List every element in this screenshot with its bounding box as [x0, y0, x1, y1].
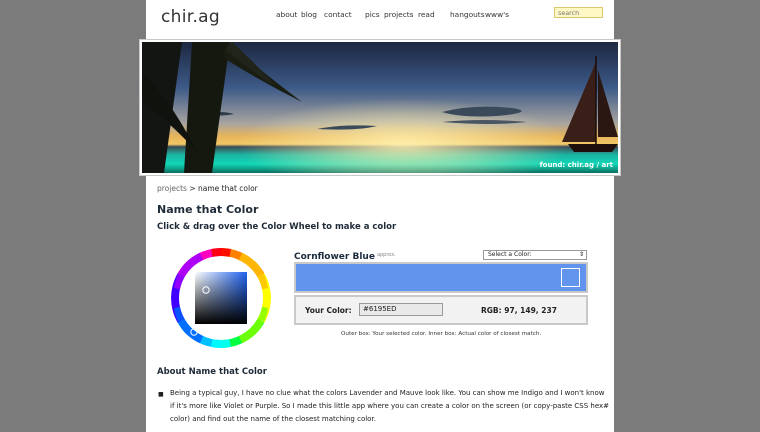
breadcrumb: projects > name that color [157, 184, 258, 193]
approx-label: approx. [376, 252, 396, 258]
your-color-label: Your Color: [305, 306, 352, 315]
color-match-name: Cornflower Blue approx. [294, 252, 396, 262]
color-match-label: Cornflower Blue [294, 252, 375, 262]
nav-hangouts[interactable]: hangouts [450, 10, 485, 19]
color-select[interactable]: Select a Color: ⇕ [483, 250, 587, 260]
banner-credit[interactable]: found: chir.ag / art [540, 161, 613, 169]
nav-contact[interactable]: contact [324, 10, 352, 19]
match-color-swatch [561, 268, 580, 287]
nav-about[interactable]: about [276, 10, 297, 19]
page-title: Name that Color [157, 203, 259, 216]
banner-art [142, 42, 618, 173]
nav-wwws[interactable]: www's [485, 10, 509, 19]
selected-color-swatch [294, 262, 588, 293]
hex-input[interactable]: #6195ED [359, 303, 443, 316]
about-paragraph: Being a typical guy, I have no clue what… [170, 389, 610, 423]
breadcrumb-current: name that color [198, 184, 258, 193]
swatch-caption: Outer box: Your selected color. Inner bo… [341, 331, 542, 337]
bullet-icon: ■ [158, 391, 164, 398]
nav-projects[interactable]: projects [384, 10, 414, 19]
color-wheel[interactable] [171, 248, 271, 348]
nav-blog[interactable]: blog [301, 10, 317, 19]
banner-image: found: chir.ag / art [140, 40, 620, 175]
about-heading: About Name that Color [157, 367, 267, 377]
search-input[interactable]: search [554, 7, 603, 18]
nav-pics[interactable]: pics [365, 10, 380, 19]
select-arrow-icon: ⇕ [578, 251, 584, 258]
site-logo[interactable]: chir.ag [161, 7, 220, 27]
breadcrumb-link-projects[interactable]: projects [157, 184, 187, 193]
rgb-value: RGB: 97, 149, 237 [481, 306, 557, 315]
breadcrumb-separator: > [189, 184, 196, 193]
color-select-label: Select a Color: [488, 251, 532, 258]
nav-read[interactable]: read [418, 10, 435, 19]
instruction-heading: Click & drag over the Color Wheel to mak… [157, 222, 397, 232]
